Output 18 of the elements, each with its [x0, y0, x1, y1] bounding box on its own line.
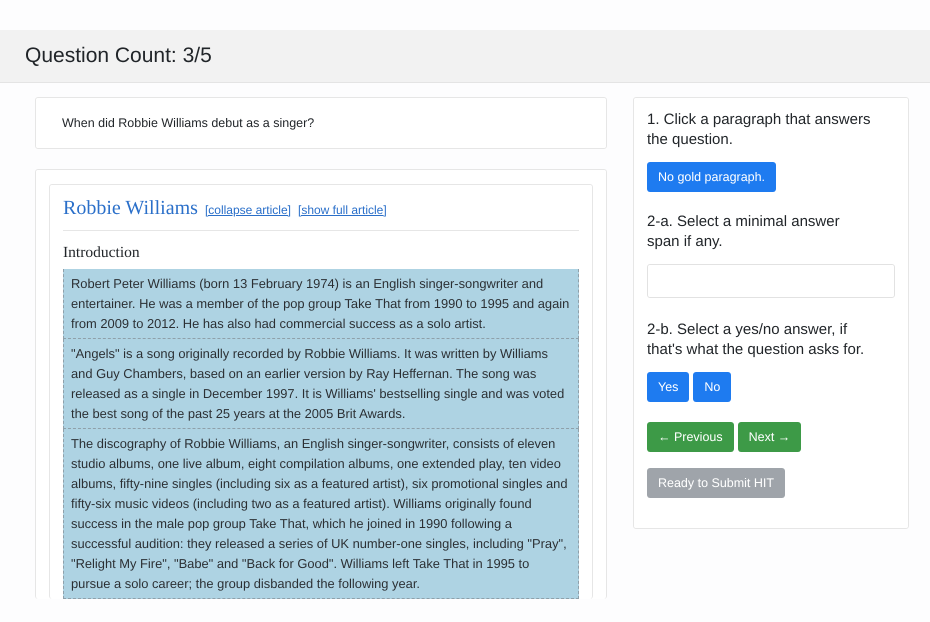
paragraph[interactable]: Robert Peter Williams (born 13 February 1974) is an English singer-songwriter and entertainer. He was a member of the pop group Take That from 1990 to 1995 and again from 2009 to 2012. He has also had commercial success as a solo artist. — [63, 269, 579, 339]
step-instruction: 2-a. Select a minimal answer span if any. — [647, 212, 841, 252]
section-heading: Introduction — [63, 244, 141, 262]
question-count: Question Count: 3/5 — [25, 44, 212, 68]
nav-button[interactable]: ← Previous — [647, 422, 734, 452]
paragraph[interactable]: The discography of Robbie Williams, an English singer-songwriter, consists of eleven studio albums, one live album, eight compilation albums, one extended play, ten video albums, fifty-nine singles (including six as a featured artist), six promotional singles and fifty-six music videos (including two as a featured artist). Williams originally found success in the male pop group Take That, which he joined in 1990 following a successful audition: they released a series of UK number-one singles, including "Pray", "Relight My Fire", "Babe" and "Back for Good". Williams left Take That in 1995 to pursue a solo career; the group disbanded the following year. — [63, 429, 579, 599]
article-link[interactable]: [show full article] — [298, 203, 387, 217]
paragraph[interactable]: "Angels" is a song originally recorded by Robbie Williams. It was written by Williams and Guy Chambers, based on an earlier version by Ray Heffernan. The song was released as a single in December 1997. It is Williams' bestselling single and was voted the best song of the past 25 years at the 2005 Brit Awards. — [63, 339, 579, 429]
no-paragraph-button[interactable]: No gold paragraph. — [647, 162, 776, 192]
question-text: When did Robbie Williams debut as a singer? — [62, 116, 314, 130]
article-title: Robbie Williams — [63, 197, 198, 220]
answer-span-field[interactable] — [647, 264, 895, 298]
step-instruction: 1. Click a paragraph that answers the question. — [647, 110, 872, 150]
step-instruction: 2-b. Select a yes/no answer, if that's what the question asks for. — [647, 320, 866, 360]
article-link[interactable]: [collapse article] — [204, 203, 291, 217]
answer-button[interactable]: Yes — [647, 372, 690, 402]
nav-button[interactable]: Next → — [738, 422, 802, 452]
answer-button[interactable]: No — [693, 372, 732, 402]
